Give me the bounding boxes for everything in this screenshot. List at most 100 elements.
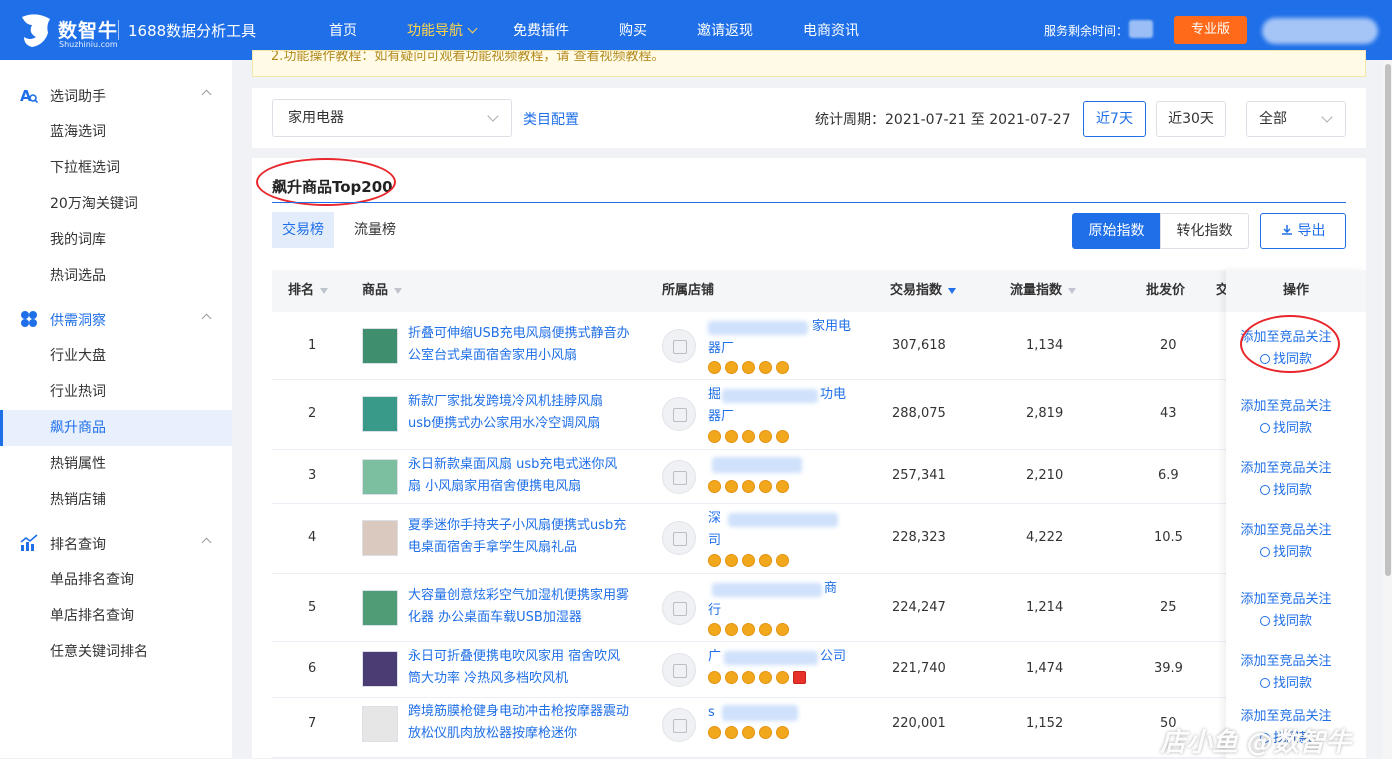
product-name-link[interactable]: 跨境筋膜枪健身电动冲击枪按摩器震动放松仪肌肉放松器按摩枪迷你 xyxy=(408,701,630,745)
last-30-days-button[interactable]: 近30天 xyxy=(1156,101,1226,137)
product-name-link[interactable]: 永日可折叠便携电吹风家用 宿舍吹风筒大功率 冷热风多档吹风机 xyxy=(408,646,630,690)
shop-name-tail[interactable]: 家用电 xyxy=(812,316,862,338)
sidebar-group-rank-query[interactable]: 排名查询 xyxy=(0,524,232,560)
crown-icon xyxy=(776,361,789,374)
export-button[interactable]: 导出 xyxy=(1260,213,1346,249)
product-thumbnail[interactable] xyxy=(362,651,398,687)
category-select[interactable]: 家用电器 xyxy=(272,99,512,137)
crown-icon xyxy=(776,554,789,567)
crown-icon xyxy=(725,623,738,636)
sidebar-item-taobao-keywords[interactable]: 20万淘关键词 xyxy=(0,186,232,222)
product-thumbnail[interactable] xyxy=(362,459,398,495)
find-same-product-link[interactable]: 找同款 xyxy=(1226,610,1346,629)
sidebar-item-single-product-rank[interactable]: 单品排名查询 xyxy=(0,562,232,598)
product-thumbnail[interactable] xyxy=(362,396,398,432)
sidebar-item-industry-overview[interactable]: 行业大盘 xyxy=(0,338,232,374)
product-name-link[interactable]: 夏季迷你手持夹子小风扇便携式usb充电桌面宿舍手拿学生风扇礼品 xyxy=(408,515,630,559)
crown-icon xyxy=(725,430,738,443)
col-rank[interactable]: 排名 xyxy=(288,270,329,312)
nav-purchase[interactable]: 购买 xyxy=(619,20,647,40)
notice-banner: 2.功能操作教程：如有疑问可观看功能视频教程，请 查看视频教程。 xyxy=(252,50,1366,77)
nav-features[interactable]: 功能导航 xyxy=(407,20,478,40)
shop-name-tail[interactable]: 功电 xyxy=(820,384,860,406)
nav-home[interactable]: 首页 xyxy=(329,20,357,40)
product-thumbnail[interactable] xyxy=(362,706,398,742)
shop-name-head[interactable]: 广 xyxy=(708,646,724,668)
col-rank-label: 排名 xyxy=(288,283,315,298)
row-rank: 6 xyxy=(308,661,317,676)
shop-store-icon xyxy=(662,329,696,363)
crown-icon xyxy=(742,554,755,567)
sidebar-item-single-shop-rank[interactable]: 单店排名查询 xyxy=(0,598,232,634)
brand-name[interactable]: 数智牛 xyxy=(58,16,118,43)
find-same-product-link[interactable]: 找同款 xyxy=(1226,541,1346,560)
find-same-product-link[interactable]: 找同款 xyxy=(1226,672,1346,691)
shop-name-head[interactable]: s xyxy=(708,702,722,724)
crown-icon xyxy=(708,480,721,493)
col-trade-index[interactable]: 交易指数 xyxy=(890,270,957,312)
sidebar-item-blue-ocean[interactable]: 蓝海选词 xyxy=(0,114,232,150)
last-7-days-button[interactable]: 近7天 xyxy=(1083,101,1146,137)
pro-version-button[interactable]: 专业版 xyxy=(1174,16,1247,44)
raw-index-button[interactable]: 原始指数 xyxy=(1072,213,1161,249)
product-name-link[interactable]: 折叠可伸缩USB充电风扇便携式静音办公室台式桌面宿舍家用小风扇 xyxy=(408,323,630,367)
nav-invite-cashback[interactable]: 邀请返现 xyxy=(697,20,753,40)
crown-icon xyxy=(742,361,755,374)
product-name-link[interactable]: 大容量创意炫彩空气加湿机便携家用雾化器 办公桌面车载USB加湿器 xyxy=(408,585,630,629)
sidebar-item-my-wordbank[interactable]: 我的词库 xyxy=(0,222,232,258)
sidebar-item-rising-products[interactable]: 飙升商品 xyxy=(0,410,232,446)
sort-icon xyxy=(1068,287,1077,294)
sidebar-item-dropdown-keywords[interactable]: 下拉框选词 xyxy=(0,150,232,186)
shop-name-line2[interactable]: 行 xyxy=(708,600,848,622)
shop-name-line2[interactable]: 器厂 xyxy=(708,338,848,360)
shop-name-tail[interactable]: 公司 xyxy=(820,646,860,668)
shop-store-icon xyxy=(662,521,696,555)
product-thumbnail[interactable] xyxy=(362,328,398,364)
add-competitor-watch-link[interactable]: 添加至竞品关注 xyxy=(1226,519,1346,538)
tab-trade-rank[interactable]: 交易榜 xyxy=(272,212,334,248)
add-competitor-watch-link[interactable]: 添加至竞品关注 xyxy=(1226,650,1346,669)
shop-store-icon xyxy=(662,397,696,431)
col-flow-index[interactable]: 流量指数 xyxy=(1010,270,1077,312)
col-wholesale-price: 批发价 xyxy=(1146,283,1186,298)
add-competitor-watch-link[interactable]: 添加至竞品关注 xyxy=(1226,457,1346,476)
shop-name-tail[interactable]: 商 xyxy=(824,578,854,600)
shop-name-line2[interactable]: 器厂 xyxy=(708,406,848,428)
search-doc-icon: A xyxy=(20,87,38,104)
sidebar-group-keyword-assistant[interactable]: A 选词助手 xyxy=(0,76,232,112)
add-competitor-watch-link[interactable]: 添加至竞品关注 xyxy=(1226,395,1346,414)
conversion-index-button[interactable]: 转化指数 xyxy=(1160,213,1249,249)
sort-icon xyxy=(394,287,403,294)
nav-free-plugins[interactable]: 免费插件 xyxy=(513,20,569,40)
flow-index-value: 2,819 xyxy=(1026,406,1064,421)
sidebar-item-industry-hot-words[interactable]: 行业热词 xyxy=(0,374,232,410)
crown-icon xyxy=(759,623,772,636)
find-same-product-link[interactable]: 找同款 xyxy=(1226,417,1346,436)
user-account-blurred[interactable] xyxy=(1262,18,1378,44)
add-competitor-watch-link[interactable]: 添加至竞品关注 xyxy=(1226,588,1346,607)
scrollbar-thumb[interactable] xyxy=(1385,64,1391,576)
col-product-label: 商品 xyxy=(362,283,389,298)
product-thumbnail[interactable] xyxy=(362,590,398,626)
crown-icon xyxy=(708,726,721,739)
category-config-link[interactable]: 类目配置 xyxy=(523,109,579,129)
product-thumbnail[interactable] xyxy=(362,520,398,556)
find-same-product-link[interactable]: 找同款 xyxy=(1226,479,1346,498)
flow-index-value: 4,222 xyxy=(1026,530,1064,545)
product-name-link[interactable]: 新款厂家批发跨境冷风机挂脖风扇 usb便携式办公家用水冷空调风扇 xyxy=(408,391,630,435)
shop-name-blurred xyxy=(712,457,802,473)
product-name-link[interactable]: 永日新款桌面风扇 usb充电式迷你风扇 小风扇家用宿舍便携电风扇 xyxy=(408,454,630,498)
sidebar-item-keyword-rank[interactable]: 任意关键词排名 xyxy=(0,634,232,670)
bull-logo-icon[interactable] xyxy=(18,11,54,49)
sidebar-item-hot-shops[interactable]: 热销店铺 xyxy=(0,482,232,518)
col-product[interactable]: 商品 xyxy=(362,270,403,312)
nav-ecommerce-news[interactable]: 电商资讯 xyxy=(803,20,859,40)
sidebar-item-hot-attributes[interactable]: 热销属性 xyxy=(0,446,232,482)
row-rank: 2 xyxy=(308,406,317,421)
flow-index-value: 2,210 xyxy=(1026,468,1064,483)
shop-name-line2[interactable]: 司 xyxy=(708,530,848,552)
sidebar-item-hot-word-selection[interactable]: 热词选品 xyxy=(0,258,232,294)
scope-select[interactable]: 全部 xyxy=(1246,101,1346,137)
sidebar-group-supply-demand[interactable]: 供需洞察 xyxy=(0,300,232,336)
tab-flow-rank[interactable]: 流量榜 xyxy=(344,212,406,248)
